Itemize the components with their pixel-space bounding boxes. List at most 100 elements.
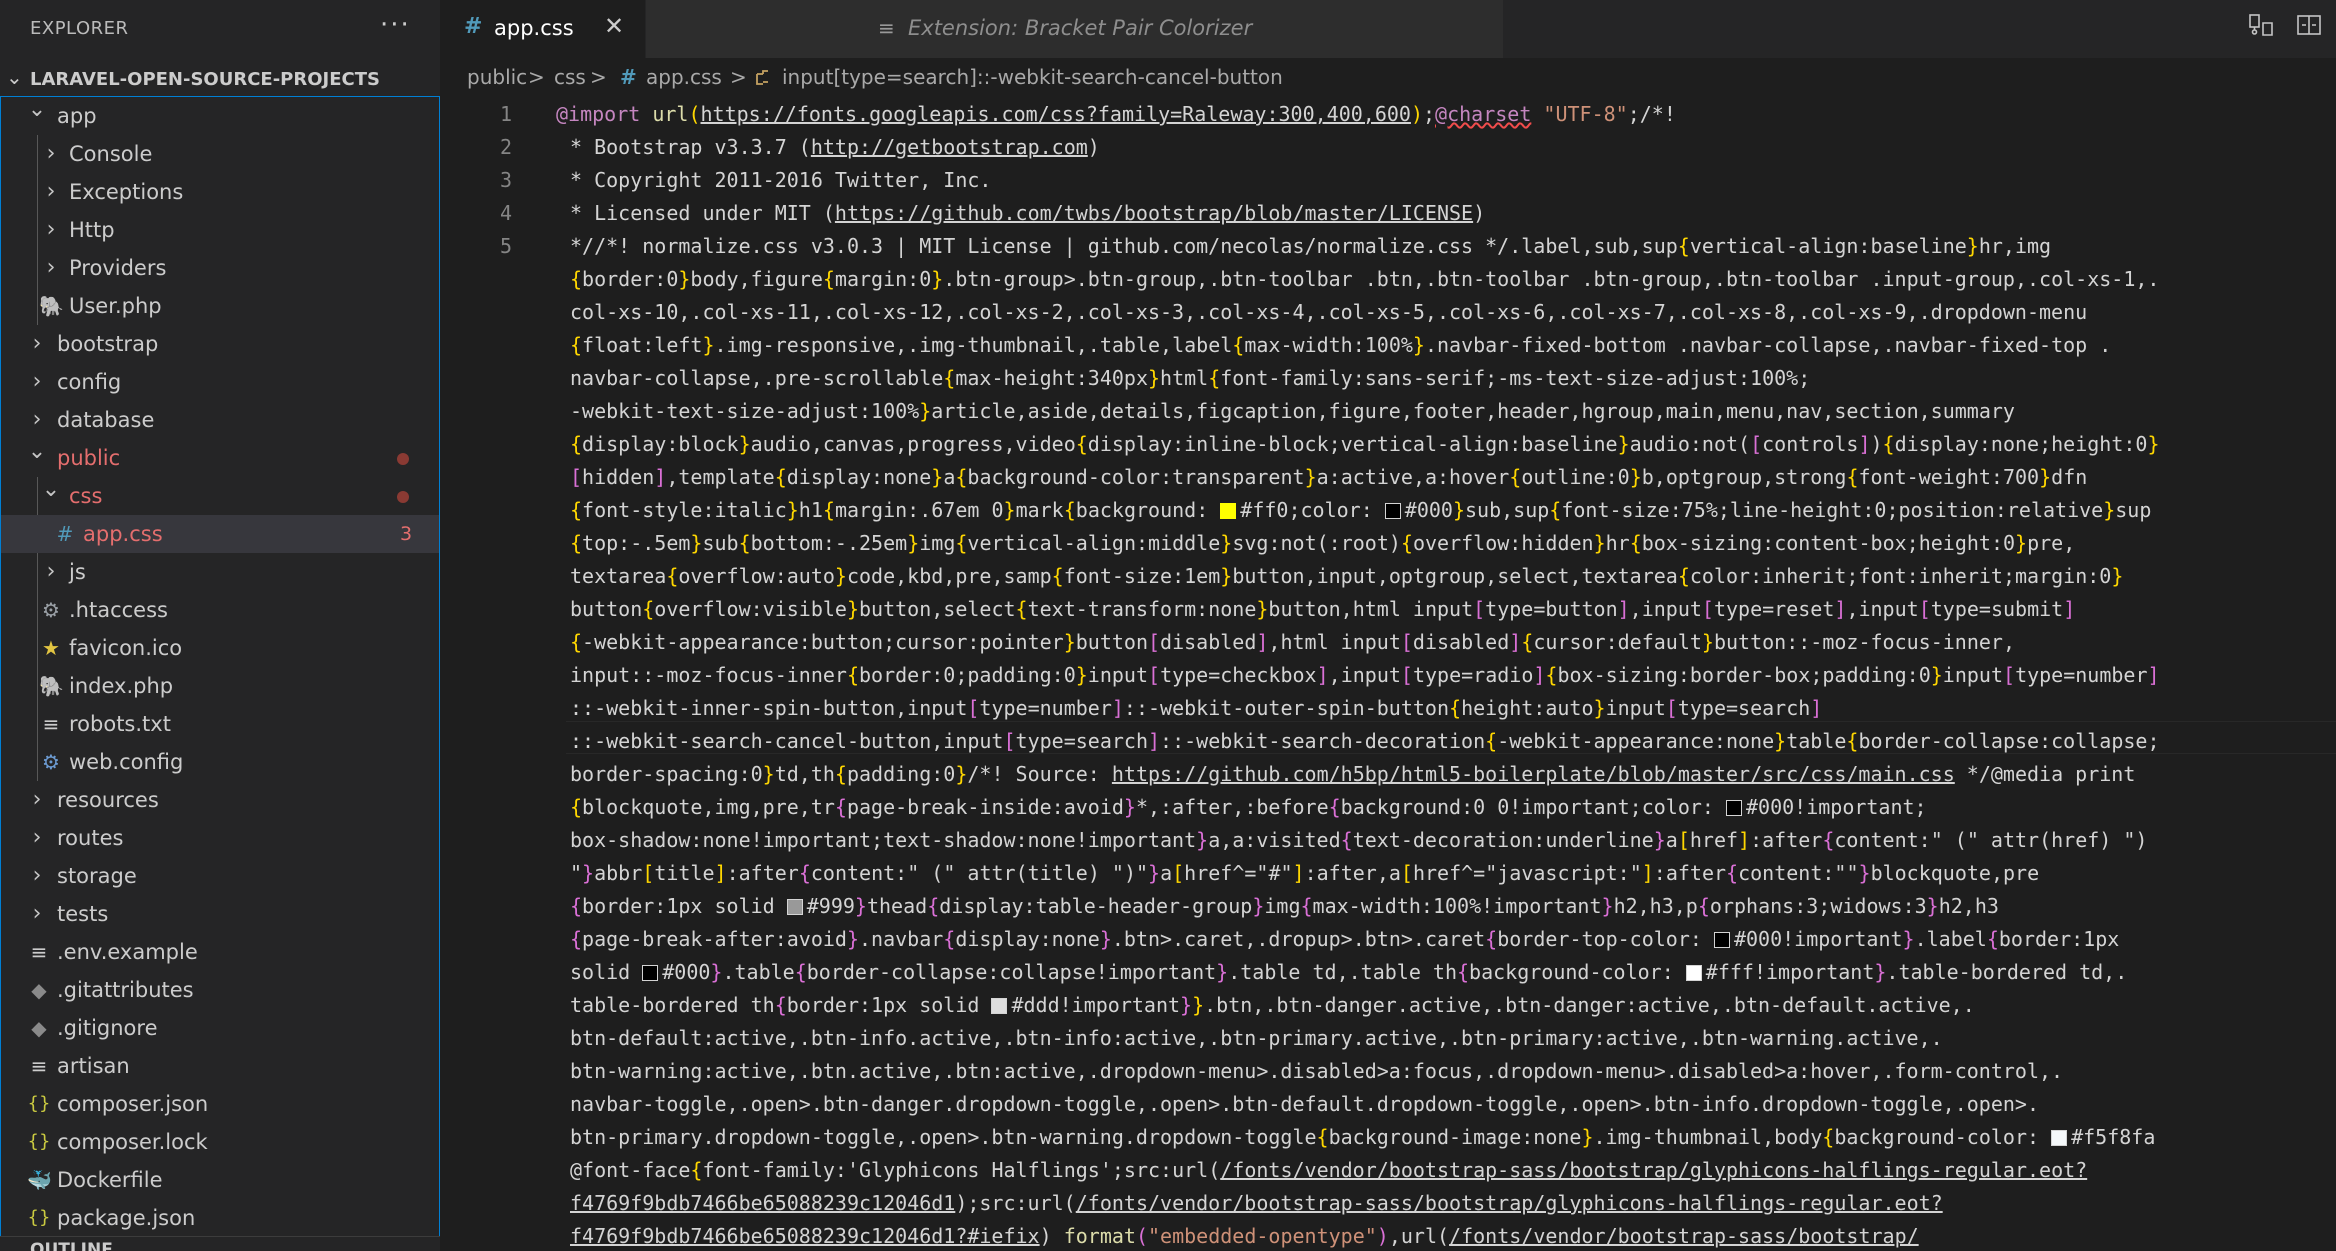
- chevron-down-icon: ⌄: [6, 65, 23, 89]
- compare-changes-icon[interactable]: [2248, 12, 2274, 45]
- tree-item-package-json[interactable]: {} package.json: [1, 1199, 439, 1237]
- tree-item-label: routes: [57, 826, 124, 850]
- code-line: button{overflow:visible}button,select{te…: [570, 597, 2076, 621]
- tree-item-label: .gitattributes: [57, 978, 194, 1002]
- tree-item-routes[interactable]: › routes: [1, 819, 439, 857]
- tree-item-artisan[interactable]: ≡ artisan: [1, 1047, 439, 1085]
- text-file-icon: ≡: [30, 1054, 48, 1078]
- code-line: "}abbr[title]:after{content:" (" attr(ti…: [570, 861, 2040, 885]
- gear-file-icon: ⚙: [42, 598, 60, 622]
- tree-item-label: robots.txt: [69, 712, 171, 736]
- tree-item-label: resources: [57, 788, 159, 812]
- tree-item-bootstrap[interactable]: › bootstrap: [1, 325, 439, 363]
- chevron-right-icon: ›: [32, 863, 42, 888]
- tree-item-label: tests: [57, 902, 109, 926]
- code-line: -webkit-text-size-adjust:100%}article,as…: [570, 399, 2015, 423]
- tree-item-js[interactable]: › js: [1, 553, 439, 591]
- tab-app-css[interactable]: # app.css ✕: [440, 0, 645, 58]
- chevron-right-icon: ›: [32, 369, 42, 394]
- tree-item-dockerfile[interactable]: 🐳 Dockerfile: [1, 1161, 439, 1199]
- tree-item-providers[interactable]: › Providers: [1, 249, 439, 287]
- code-line: * Copyright 2011-2016 Twitter, Inc.: [570, 168, 992, 192]
- explorer-sidebar: EXPLORER ··· ⌄ LARAVEL-OPEN-SOURCE-PROJE…: [0, 0, 440, 1251]
- text-file-icon: ≡: [30, 940, 48, 964]
- tree-item-label: storage: [57, 864, 137, 888]
- modified-dot: [397, 453, 409, 465]
- code-line: @font-face{font-family:'Glyphicons Halfl…: [570, 1158, 2088, 1182]
- line-number: 1: [499, 102, 512, 126]
- tree-item-env-example[interactable]: ≡ .env.example: [1, 933, 439, 971]
- tree-item-label: .gitignore: [57, 1016, 158, 1040]
- tab-extension-bracket-pair-colorizer[interactable]: ≡ Extension: Bracket Pair Colorizer: [645, 0, 1503, 58]
- tree-item-gitignore[interactable]: ◆ .gitignore: [1, 1009, 439, 1047]
- split-editor-icon[interactable]: [2296, 12, 2322, 45]
- tree-item-config[interactable]: › config: [1, 363, 439, 401]
- tree-item-console[interactable]: › Console: [1, 135, 439, 173]
- code-line: {blockquote,img,pre,tr{page-break-inside…: [570, 795, 1927, 819]
- breadcrumb-symbol[interactable]: input[type=search]::-webkit-search-cance…: [782, 65, 1283, 89]
- code-line: {top:-.5em}sub{bottom:-.25em}img{vertica…: [570, 531, 2076, 555]
- tree-item-robots-txt[interactable]: ≡ robots.txt: [1, 705, 439, 743]
- tree-item-composer-lock[interactable]: {} composer.lock: [1, 1123, 439, 1161]
- breadcrumb-file[interactable]: app.css: [646, 65, 722, 89]
- code-line: {font-style:italic}h1{margin:.67em 0}mar…: [570, 498, 2152, 522]
- tree-item-label: css: [69, 484, 103, 508]
- tree-item-app[interactable]: ⌄ app: [1, 97, 439, 135]
- breadcrumb-public[interactable]: public: [467, 65, 527, 89]
- tree-item-index-php[interactable]: 🐘 index.php: [1, 667, 439, 705]
- outline-title: OUTLINE: [30, 1240, 113, 1251]
- tree-item-label: .htaccess: [69, 598, 168, 622]
- css-file-icon: #: [56, 522, 74, 546]
- chevron-right-icon: ›: [46, 559, 56, 584]
- text-file-icon: ≡: [42, 712, 60, 736]
- code-line: navbar-collapse,.pre-scrollable{max-heig…: [570, 366, 1811, 390]
- tree-item-storage[interactable]: › storage: [1, 857, 439, 895]
- tree-item-app-css[interactable]: # app.css 3: [1, 515, 439, 553]
- code-line: f4769f9bdb7466be65088239c12046d1?#iefix)…: [570, 1224, 1919, 1248]
- tree-item-favicon-ico[interactable]: ★ favicon.ico: [1, 629, 439, 667]
- git-file-icon: ◆: [31, 978, 47, 1002]
- tree-item-label: index.php: [69, 674, 174, 698]
- code-line: * Licensed under MIT (https://github.com…: [570, 201, 1486, 225]
- docker-file-icon: 🐳: [27, 1168, 52, 1192]
- php-file-icon: 🐘: [39, 674, 64, 698]
- tree-item-tests[interactable]: › tests: [1, 895, 439, 933]
- code-line: box-shadow:none!important;text-shadow:no…: [570, 828, 2148, 852]
- chevron-right-icon: ›: [32, 901, 42, 926]
- tree-item-composer-json[interactable]: {} composer.json: [1, 1085, 439, 1123]
- more-actions-icon[interactable]: ···: [380, 10, 411, 40]
- tree-item-user-php[interactable]: 🐘 User.php: [1, 287, 439, 325]
- tree-item-public[interactable]: ⌄ public: [1, 439, 439, 477]
- outline-section-header[interactable]: OUTLINE: [0, 1236, 440, 1251]
- git-file-icon: ◆: [31, 1016, 47, 1040]
- json-file-icon: {}: [27, 1131, 51, 1152]
- code-line: ::-webkit-search-cancel-button,input[typ…: [570, 729, 2160, 753]
- tree-item-htaccess[interactable]: ⚙ .htaccess: [1, 591, 439, 629]
- chevron-right-icon: ›: [32, 787, 42, 812]
- code-line: textarea{overflow:auto}code,kbd,pre,samp…: [570, 564, 2124, 588]
- line-number: 5: [499, 234, 512, 258]
- tree-item-database[interactable]: › database: [1, 401, 439, 439]
- tree-item-resources[interactable]: › resources: [1, 781, 439, 819]
- chevron-right-icon: ›: [32, 825, 42, 850]
- tree-item-exceptions[interactable]: › Exceptions: [1, 173, 439, 211]
- project-section-header[interactable]: ⌄ LARAVEL-OPEN-SOURCE-PROJECTS: [0, 62, 440, 96]
- tree-item-label: bootstrap: [57, 332, 159, 356]
- tree-item-label: composer.lock: [57, 1130, 208, 1154]
- code-line: @import url(https://fonts.googleapis.com…: [556, 102, 1676, 126]
- chevron-right-icon: ›: [46, 179, 56, 204]
- tree-item-http[interactable]: › Http: [1, 211, 439, 249]
- code-line: [hidden],template{display:none}a{backgro…: [570, 465, 2088, 489]
- tree-item-label: web.config: [69, 750, 184, 774]
- breadcrumb-css[interactable]: css: [554, 65, 586, 89]
- breadcrumb-separator: >: [590, 65, 607, 89]
- tree-item-web-config[interactable]: ⚙ web.config: [1, 743, 439, 781]
- code-editor[interactable]: 1 2 3 4 5 @import url(https://fonts.goog…: [440, 98, 2336, 1251]
- tree-item-gitattributes[interactable]: ◆ .gitattributes: [1, 971, 439, 1009]
- tree-item-css[interactable]: ⌄ css: [1, 477, 439, 515]
- code-line: {page-break-after:avoid}.navbar{display:…: [570, 927, 2120, 951]
- modified-dot: [397, 491, 409, 503]
- chevron-down-icon: ⌄: [41, 477, 61, 502]
- tree-item-label: Console: [69, 142, 153, 166]
- close-icon[interactable]: ✕: [604, 12, 624, 40]
